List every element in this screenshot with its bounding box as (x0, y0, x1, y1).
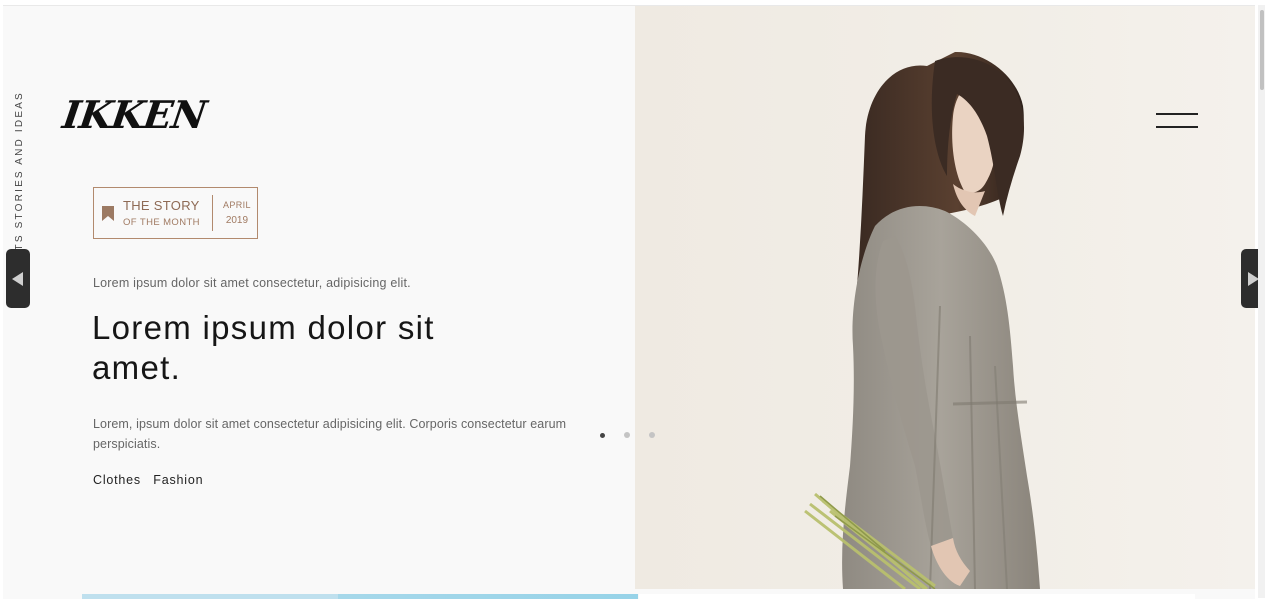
hamburger-menu-icon (1156, 113, 1198, 128)
slider-prev-button[interactable] (6, 249, 30, 308)
badge-subtitle: OF THE MONTH (123, 217, 200, 228)
badge-title: THE STORY (123, 198, 200, 213)
story-of-the-month-badge: THE STORY OF THE MONTH APRIL 2019 (93, 187, 258, 239)
badge-year: 2019 (225, 215, 249, 226)
badge-date: APRIL 2019 (223, 200, 251, 226)
slider-dot-1[interactable] (600, 432, 605, 438)
hamburger-menu-button[interactable] (1156, 109, 1200, 131)
badge-divider (211, 195, 213, 231)
hero-headline: Lorem ipsum dolor sit amet. (92, 309, 435, 386)
hero-body: Lorem, ipsum dolor sit amet consectetur … (93, 417, 567, 451)
tag-fashion[interactable]: Fashion (153, 473, 203, 487)
next-section-card (639, 594, 1195, 599)
tag-clothes[interactable]: Clothes (93, 473, 141, 487)
slider-dot-3[interactable] (649, 432, 655, 438)
woman-illustration (635, 6, 1255, 589)
next-section-image-strip (82, 594, 638, 599)
triangle-left-icon (12, 271, 23, 286)
page-scrollbar[interactable] (1258, 5, 1265, 598)
hero-image (635, 6, 1255, 589)
page: IKKEN THOUGHTS STORIES AND IDEAS THE STO… (3, 5, 1255, 599)
badge-title-block: THE STORY OF THE MONTH (123, 198, 200, 228)
hero-tags: Clothes Fashion (93, 473, 211, 487)
slider-dot-2[interactable] (624, 432, 630, 438)
bookmark-icon (102, 205, 114, 221)
badge-month: APRIL (222, 200, 251, 210)
slider-dots (600, 432, 655, 438)
brand-logo[interactable]: IKKEN (60, 92, 209, 137)
scrollbar-thumb[interactable] (1260, 10, 1264, 90)
hero-intro: Lorem ipsum dolor sit amet consectetur, … (93, 276, 411, 290)
